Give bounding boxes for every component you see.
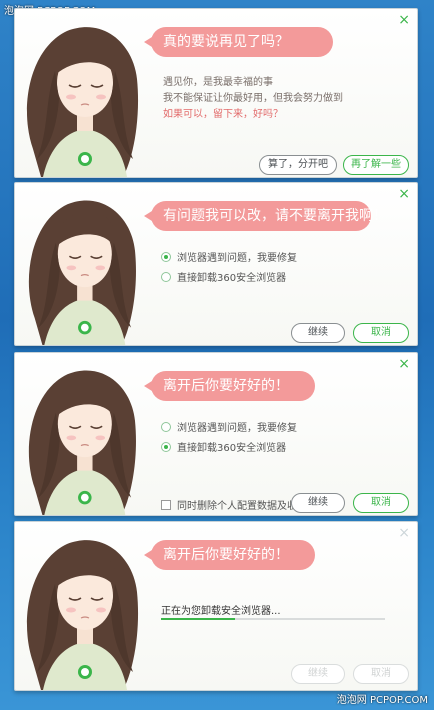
girl-illustration [26,539,139,690]
girl-illustration [26,26,139,177]
dialog-goodbye: × 真的要说再见了吗？ 遇见你，是我最幸福的事 我不能保证让你最好用，但我会努力… [14,8,418,178]
message-line-3: 如果可以，留下来，好吗？ [163,109,283,120]
girl-illustration [28,369,137,515]
message-line-2: 我不能保证让你最好用，但我会努力做到 [163,93,343,104]
close-icon[interactable]: × [398,13,410,27]
leave-button[interactable]: 算了，分开吧 [259,155,337,175]
speech-bubble: 离开后你要好好的！ [144,371,315,401]
cancel-button[interactable]: 取消 [353,493,409,513]
option-repair[interactable]: 浏览器遇到问题，我要修复 [161,249,297,264]
progress-fill [161,618,235,620]
learn-more-button[interactable]: 再了解一些 [343,155,409,175]
continue-button[interactable]: 继续 [291,323,345,343]
cancel-button[interactable]: 取消 [353,323,409,343]
dialog-repair-option: × 有问题我可以改，请不要离开我啊！ 浏览器遇到问题，我要修复 直接卸载360安… [14,182,418,346]
uninstall-status-text: 正在为您卸载安全浏览器... [161,606,281,617]
girl-illustration [28,199,137,345]
watermark-bottom: 泡泡网 PCPOP.COM [336,695,428,706]
dialog-uninstalling: × 离开后你要好好的！ 正在为您卸载安全浏览器... 继续 取消 [14,521,418,691]
option-repair[interactable]: 浏览器遇到问题，我要修复 [161,419,297,434]
speech-bubble: 有问题我可以改，请不要离开我啊！ [144,201,387,231]
radio-icon[interactable] [161,421,171,432]
option-uninstall-label: 直接卸载360安全浏览器 [177,273,287,284]
option-uninstall[interactable]: 直接卸载360安全浏览器 [161,439,286,454]
delete-data-label: 同时删除个人配置数据及收藏 [177,501,307,512]
dialog-uninstall-option: × 离开后你要好好的！ 浏览器遇到问题，我要修复 直接卸载360安全浏览器 同时… [14,352,418,516]
option-repair-label: 浏览器遇到问题，我要修复 [177,253,297,264]
uninstall-progress-bar [161,618,385,620]
speech-bubble: 真的要说再见了吗？ [144,27,333,57]
continue-button[interactable]: 继续 [291,493,345,513]
close-icon[interactable]: × [398,187,410,201]
message-line-1: 遇见你，是我最幸福的事 [163,77,273,88]
option-uninstall[interactable]: 直接卸载360安全浏览器 [161,269,286,284]
delete-data-checkbox[interactable]: 同时删除个人配置数据及收藏 [161,497,307,512]
option-repair-label: 浏览器遇到问题，我要修复 [177,423,297,434]
speech-bubble: 离开后你要好好的！ [144,540,315,570]
radio-icon[interactable] [161,271,171,282]
radio-icon[interactable] [161,251,171,262]
cancel-button: 取消 [353,664,409,684]
close-icon[interactable]: × [398,357,410,371]
checkbox-icon[interactable] [161,499,171,510]
continue-button: 继续 [291,664,345,684]
radio-icon[interactable] [161,441,171,452]
option-uninstall-label: 直接卸载360安全浏览器 [177,443,287,454]
message-text: 遇见你，是我最幸福的事 我不能保证让你最好用，但我会努力做到 如果可以，留下来，… [163,75,343,123]
close-icon: × [398,525,410,541]
